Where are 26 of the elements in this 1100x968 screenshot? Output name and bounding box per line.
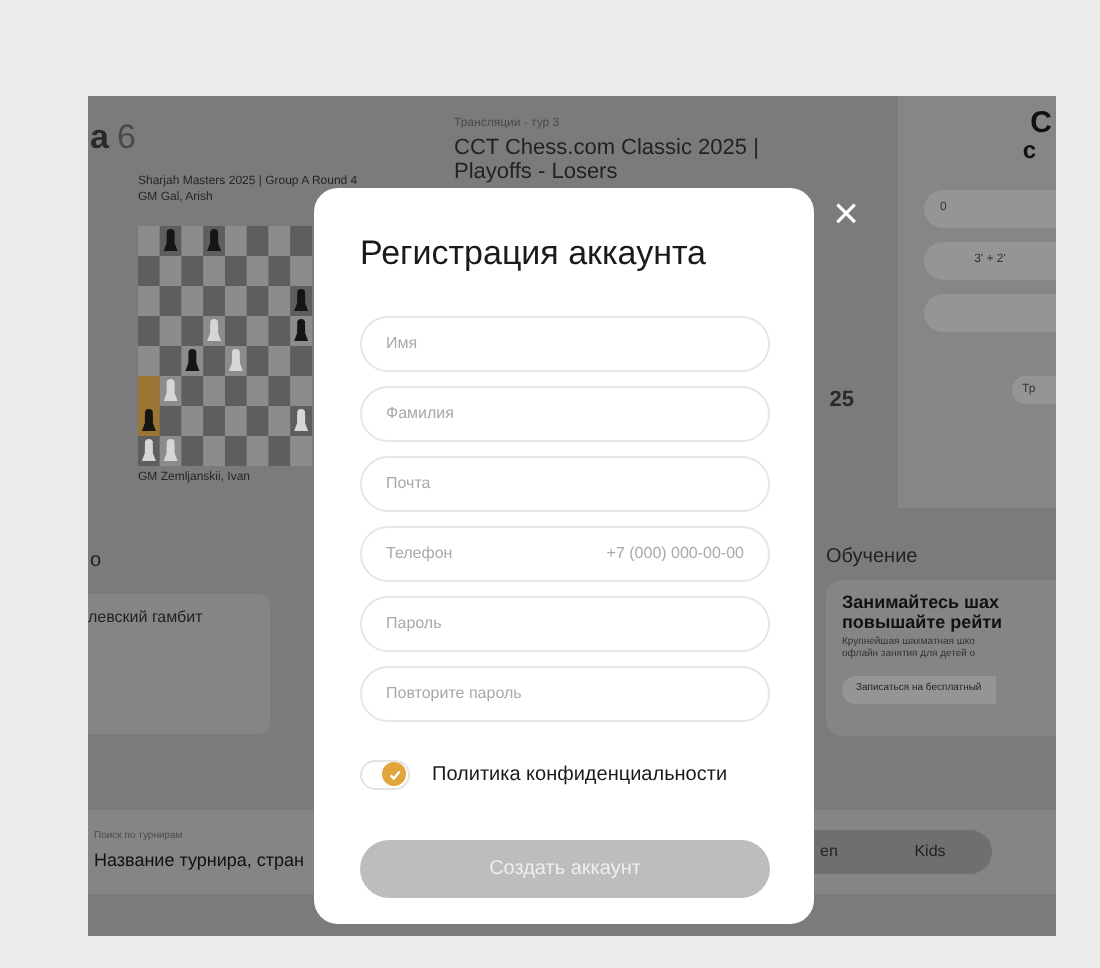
- input-field[interactable]: Имя: [360, 315, 770, 371]
- section-heading: Обучение: [826, 544, 920, 572]
- search-placeholder: Название турнира, стран: [94, 848, 306, 874]
- year-text: 25: [829, 386, 854, 416]
- panel-title: с: [1022, 138, 1036, 162]
- category-tab[interactable]: en: [812, 830, 868, 874]
- section-heading: а: [90, 116, 109, 160]
- promo-title: Занимайтесь шах повышайте рейти: [842, 592, 1005, 632]
- input-field[interactable]: Почта: [360, 455, 770, 511]
- input-field[interactable]: Повторите пароль: [360, 665, 770, 721]
- broadcast-title: CCT Chess.com Classic 2025 | Playoffs - Losers: [454, 136, 761, 184]
- check-icon: [387, 767, 401, 781]
- opening-name: левский гамбит: [88, 608, 203, 626]
- filter-pill[interactable]: [924, 294, 1056, 332]
- close-button[interactable]: ×: [826, 192, 866, 236]
- category-tab[interactable]: Kids: [868, 830, 992, 874]
- phone-mask: +7 (000) 000-00-00: [606, 543, 744, 563]
- privacy-label: Политика конфиденциальности: [432, 761, 728, 789]
- dialog-title: Регистрация аккаунта: [360, 232, 709, 276]
- section-heading: о: [90, 548, 102, 576]
- chessboard-drawing[interactable]: [138, 225, 312, 465]
- privacy-toggle[interactable]: [360, 759, 410, 789]
- opening-card[interactable]: левский гамбит: [88, 594, 270, 734]
- panel-title: С: [1030, 108, 1052, 138]
- input-field[interactable]: Фамилия: [360, 385, 770, 441]
- input-field[interactable]: Пароль: [360, 595, 770, 651]
